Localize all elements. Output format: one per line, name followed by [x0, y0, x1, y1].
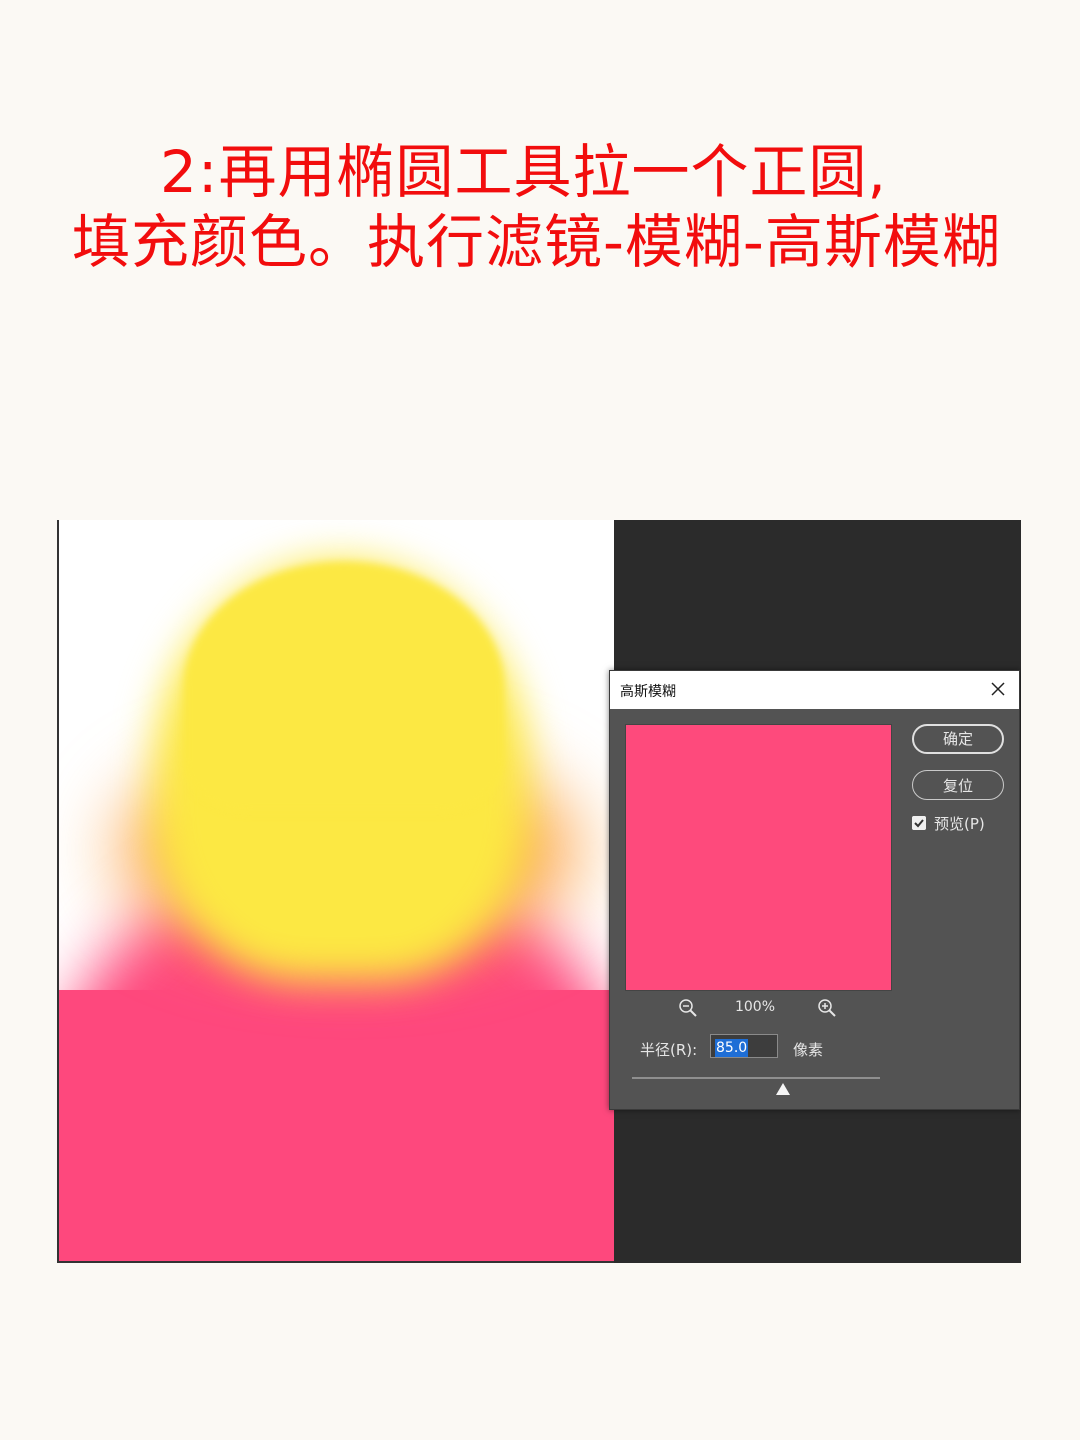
slider-thumb-icon[interactable]: [776, 1083, 790, 1095]
radius-input[interactable]: 85.0: [710, 1034, 778, 1058]
caption-line-1: 2:再用椭圆工具拉一个正圆,: [160, 138, 887, 206]
dialog-title: 高斯模糊: [620, 684, 676, 700]
document-canvas[interactable]: [57, 520, 614, 1263]
radius-slider-track[interactable]: [632, 1077, 880, 1079]
photoshop-screenshot: 高斯模糊 确定 复位 预览(P) 100% 半径(R): 85.0 像素: [57, 520, 1021, 1263]
pink-fill-area: [59, 990, 614, 1261]
caption-line-2: 填充颜色。执行滤镜-模糊-高斯模糊: [72, 208, 1001, 276]
preview-label: 预览(P): [934, 815, 985, 833]
page: 2:再用椭圆工具拉一个正圆, 填充颜色。执行滤镜-模糊-高斯模糊 高斯模糊 确定…: [0, 0, 1080, 1440]
yellow-circle-core: [184, 562, 504, 812]
unit-label: 像素: [793, 1041, 824, 1059]
reset-button[interactable]: 复位: [912, 770, 1004, 800]
close-icon[interactable]: [989, 680, 1007, 698]
dialog-titlebar[interactable]: 高斯模糊: [610, 671, 1019, 709]
gaussian-blur-dialog: 高斯模糊 确定 复位 预览(P) 100% 半径(R): 85.0 像素: [609, 670, 1020, 1110]
radius-label: 半径(R):: [640, 1041, 698, 1059]
blur-preview[interactable]: [625, 724, 892, 991]
radius-value: 85.0: [715, 1039, 749, 1057]
zoom-in-icon[interactable]: [817, 998, 837, 1018]
checkbox-checked-icon[interactable]: [912, 816, 926, 830]
zoom-level: 100%: [734, 999, 776, 1015]
ok-button[interactable]: 确定: [912, 724, 1004, 754]
zoom-out-icon[interactable]: [678, 998, 698, 1018]
